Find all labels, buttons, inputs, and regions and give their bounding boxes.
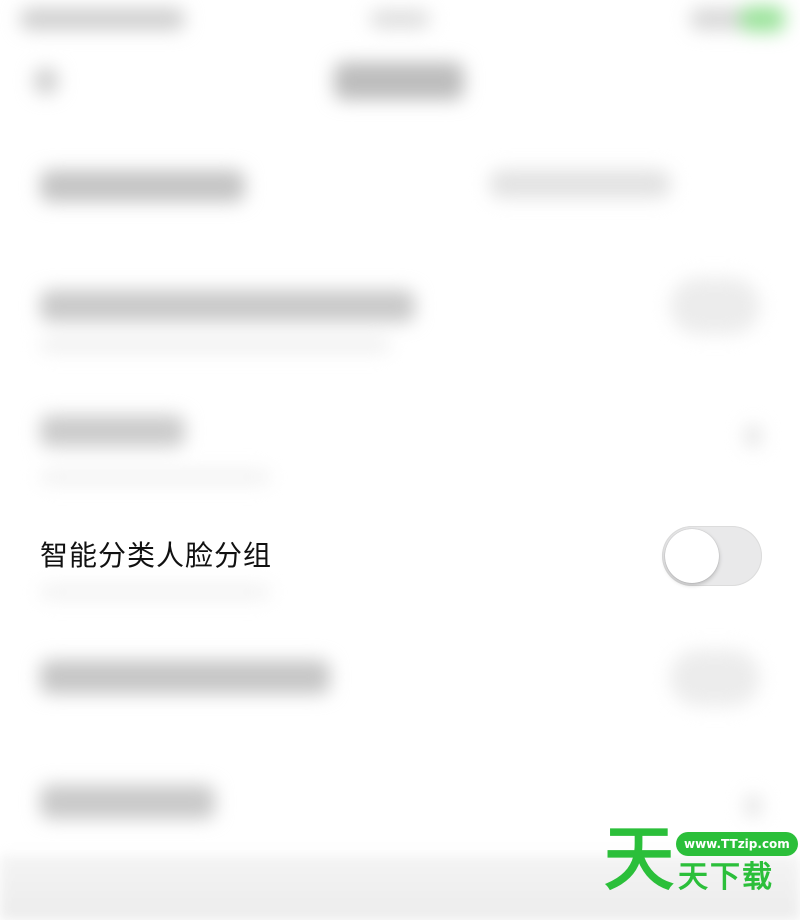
chevron-right-icon[interactable]	[745, 795, 761, 817]
setting-row-5-toggle-obscured[interactable]	[670, 650, 760, 706]
setting-row-1-label-obscured	[40, 170, 245, 202]
setting-row-2-toggle-obscured[interactable]	[670, 278, 760, 334]
toggle-knob	[665, 529, 719, 583]
back-icon[interactable]	[34, 68, 58, 94]
setting-row-2-label-obscured	[40, 290, 415, 322]
watermark-url: www.TTzip.com	[676, 832, 798, 856]
watermark-logo: 天 www.TTzip.com 天下载	[604, 818, 798, 900]
setting-row-smart-face-grouping[interactable]: 智能分类人脸分组	[0, 510, 800, 606]
setting-row-2-description-obscured	[40, 338, 390, 352]
battery-icon	[740, 6, 785, 32]
setting-row-3-description-obscured	[40, 470, 270, 484]
watermark-big-char: 天	[604, 818, 674, 900]
setting-row-5-label-obscured	[40, 660, 330, 694]
watermark-text: 天下载	[678, 860, 774, 895]
smart-face-grouping-label: 智能分类人脸分组	[40, 539, 273, 572]
status-bar-time-obscured	[370, 10, 430, 28]
setting-row-1-value-obscured[interactable]	[490, 170, 670, 198]
obscured-background	[0, 0, 800, 920]
status-bar-left-obscured	[20, 8, 185, 30]
smart-face-grouping-toggle[interactable]	[662, 526, 762, 586]
settings-screen: 智能分类人脸分组 天 www.TTzip.com 天下载	[0, 0, 800, 920]
setting-row-3-label-obscured	[40, 415, 185, 447]
setting-row-6-label-obscured	[40, 785, 215, 819]
chevron-right-icon[interactable]	[745, 425, 761, 447]
page-title-obscured	[334, 62, 464, 100]
